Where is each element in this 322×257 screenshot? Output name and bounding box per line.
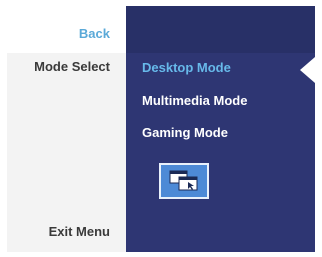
left-menu-panel: Back Mode Select Exit Menu	[7, 6, 126, 252]
desktop-mode-preview	[159, 163, 209, 199]
option-desktop-mode[interactable]: Desktop Mode	[142, 60, 231, 75]
option-gaming-mode[interactable]: Gaming Mode	[142, 125, 228, 140]
exit-menu-button[interactable]: Exit Menu	[49, 224, 110, 239]
back-label: Back	[78, 26, 110, 41]
osd-menu: Back Mode Select Exit Menu Desktop Mode …	[7, 6, 315, 252]
right-panel-header	[126, 6, 315, 53]
mode-select-item[interactable]: Mode Select	[34, 59, 110, 74]
desktop-windows-icon	[169, 170, 198, 191]
mode-options-panel: Desktop Mode Multimedia Mode Gaming Mode	[126, 6, 315, 252]
back-button[interactable]: Back	[7, 6, 126, 53]
selection-arrow-icon	[300, 57, 315, 83]
option-multimedia-mode[interactable]: Multimedia Mode	[142, 93, 247, 108]
